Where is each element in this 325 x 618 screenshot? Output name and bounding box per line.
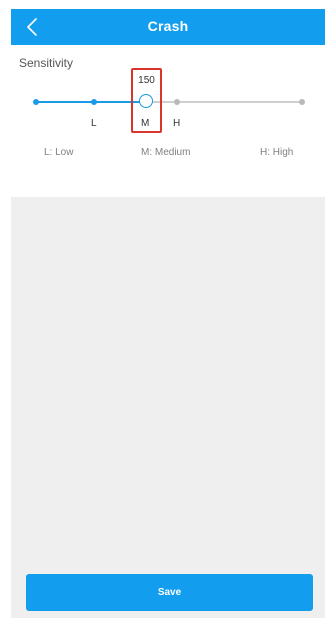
tick-label-low: L [91,118,97,129]
save-button[interactable]: Save [26,574,313,611]
selected-level-highlight [131,68,162,133]
slider-step-max[interactable] [299,99,305,105]
content-area [11,197,325,618]
slider-step-low[interactable] [91,99,97,105]
legend-low: L: Low [44,147,74,158]
tick-label-high: H [173,118,181,129]
legend-high: H: High [260,147,294,158]
legend-medium: M: Medium [141,147,191,158]
slider-track-inactive [147,101,302,103]
slider-step-min[interactable] [33,99,39,105]
slider-step-high[interactable] [174,99,180,105]
sensitivity-slider[interactable]: 150 L M H [0,0,325,140]
